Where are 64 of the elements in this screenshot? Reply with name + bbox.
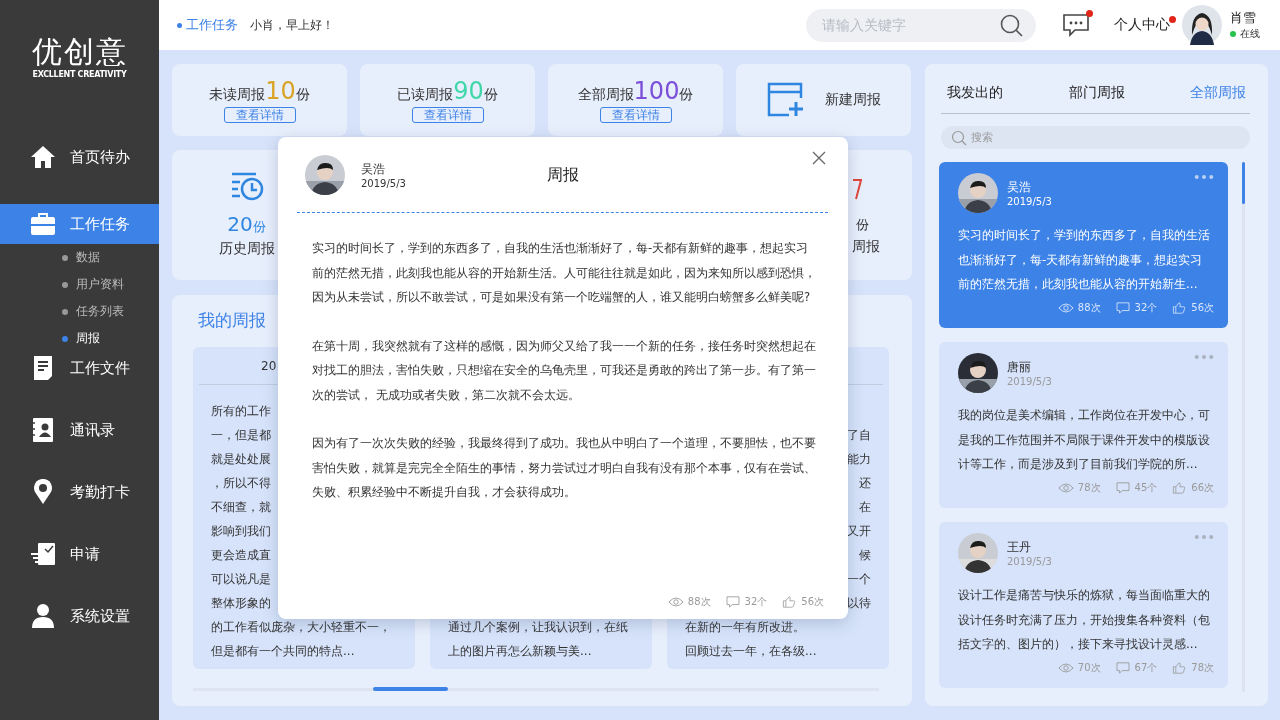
report-date: 2019/5/3: [361, 177, 406, 189]
stat-label: 未读周报10份: [209, 77, 310, 104]
stat-label: 全部周报100份: [577, 77, 694, 104]
report-text: 候: [859, 547, 871, 564]
author-name: 吴浩: [1007, 179, 1032, 196]
comment-count: 45个: [1114, 480, 1158, 495]
report-text: 更会造成直: [211, 547, 271, 564]
report-text: 不细查，就: [211, 499, 271, 516]
author-name: 唐丽: [1007, 359, 1032, 376]
history-count: 20份: [227, 212, 266, 236]
like-count: 56次: [1171, 300, 1214, 315]
view-count: 70次: [1057, 660, 1101, 675]
report-text: 回顾过去一年，在各级...: [685, 643, 817, 660]
logo-subtitle: EXCLLENT CREATIVITY: [32, 69, 127, 79]
report-text: 整体形象的: [211, 595, 271, 612]
dialog-title: 周报: [546, 165, 579, 186]
comment-count: 32个: [1114, 300, 1158, 315]
report-text: 以待: [847, 595, 871, 612]
post-date: 2019/5/3: [1007, 376, 1052, 387]
post-date: 2019/5/3: [1007, 556, 1052, 567]
like-count: 66次: [1171, 480, 1214, 495]
report-date: 20: [261, 358, 277, 373]
view-count: 88次: [1057, 300, 1101, 315]
report-text: 一个: [847, 571, 871, 588]
logo-title: 优创意: [31, 33, 128, 70]
report-text: 但是都有一个共同的特点...: [211, 643, 355, 660]
report-paragraph: 实习的时间长了，学到的东西多了，自我的生活也渐渐好了，每-天都有新鲜的趣事，想起实习前的茫然无措，此刻我也能从容的开始新生活。人可能往往就是如此，因为来知所以感到恐惧，因为从未尝试，所以不敢尝试，可是如果没有第一个吃端蟹的人，谁又能明白螃蟹多么鲜美呢?: [312, 240, 817, 306]
stat-label: 周报: [852, 238, 880, 256]
like-count: 56次: [781, 595, 824, 609]
report-text: 又开: [847, 523, 871, 540]
author-name: 王丹: [1007, 539, 1032, 556]
report-text: 的工作看似庞杂，大小轻重不一，: [211, 619, 391, 636]
stat-label: 已读周报90份: [397, 77, 498, 104]
author-name: 吴浩: [361, 160, 386, 178]
post-date: 2019/5/3: [1007, 196, 1052, 207]
stat-count: 份: [855, 216, 869, 234]
report-text: 所有的工作: [211, 403, 271, 420]
report-text: 一，但是都: [211, 427, 271, 444]
greeting: 小肖，早上好！: [250, 16, 334, 34]
report-text: 了自: [847, 427, 871, 444]
report-text: 影响到我们: [211, 523, 271, 540]
report-paragraph: 在第十周，我突然就有了这样的感慨，因为师父又给了我一一个新的任务，接任务时突然想起在对找工的胆法，害怕失败，只想缩在安全的乌龟壳里，可我还是勇敢的跨出了第一步。有了第一次的尝试， 无成功或者失败，第二次就不会太远。: [312, 337, 817, 404]
report-text: 上的图片再怎么新颖与美...: [448, 643, 592, 660]
report-text: 可以说凡是: [211, 571, 271, 588]
user-name: 肖雪: [1230, 9, 1257, 27]
post-text: 我的岗位是美术编辑，工作岗位在开发中心，可是我的工作范围并不局限于课件开发中的模版设计等工作，而是涉及到了目前我们学院的所...: [958, 407, 1211, 473]
history-label: 历史周报: [218, 240, 275, 258]
post-text: 实习的时间长了，学到的东西多了，自我的生活也渐渐好了，每-天都有新鲜的趣事，想起实习前的茫然无措，此刻我也能从容的开始新生...: [958, 227, 1211, 293]
like-count: 78次: [1171, 660, 1214, 675]
report-text: 还: [859, 475, 871, 492]
post-text: 设计工作是痛苦与快乐的炼狱，每当面临重大的设计任务时充满了压力，开始搜集各种资料（包括文字的、图片的），接下来寻找设计灵感...: [958, 587, 1211, 653]
report-paragraph: 因为有了一次次失败的经验，我最终得到了成功。我也从中明白了一个道理，不要胆怯，也不要害怕失败，就算是完完全全陌生的事情，努力尝试过才明白自我有没有那个本事，仅有在尝试、失败、积累经验中不断提升自我，才会获得成功。: [312, 435, 817, 501]
panel-title: 我的周报: [197, 309, 266, 332]
comment-count: 32个: [724, 595, 768, 609]
report-text: ，所以不得: [211, 475, 271, 492]
view-count: 78次: [1057, 480, 1101, 495]
report-text: 就是处处展: [211, 451, 271, 468]
report-text: 在新的一年有所改进。: [685, 619, 805, 636]
user-status: 在线: [1230, 27, 1260, 41]
view-count: 88次: [667, 595, 711, 609]
report-text: 通过几个案例，让我认识到，在纸: [448, 619, 628, 636]
comment-count: 67个: [1114, 660, 1158, 675]
report-text: 在: [859, 499, 871, 516]
report-text: 能力: [847, 451, 871, 468]
